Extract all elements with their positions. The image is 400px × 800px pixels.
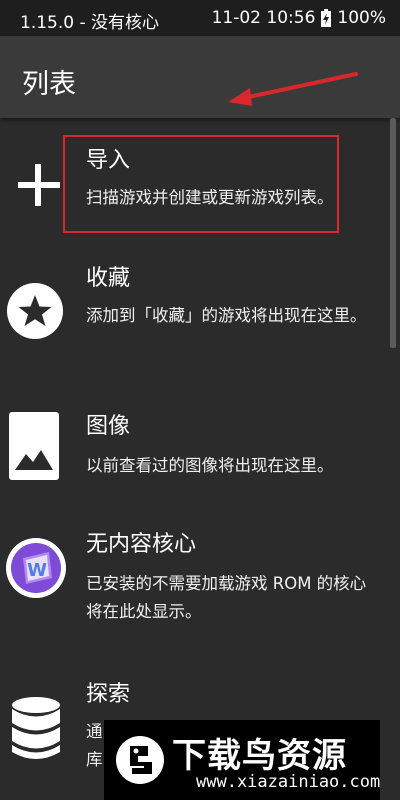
database-icon <box>12 697 60 759</box>
arrow-annotation-icon <box>228 72 358 106</box>
status-right: 11-02 10:56 100% <box>212 8 386 28</box>
item-title: 图像 <box>86 414 131 439</box>
list-item-favorites[interactable]: 收藏 添加到「收藏」的游戏将出现在这里。 <box>0 250 390 380</box>
status-battery-level: 100% <box>337 8 386 28</box>
list-item-contentless-cores[interactable]: W 无内容核心 已安装的不需要加载游戏 ROM 的核心将在此处显示。 <box>0 530 390 670</box>
highlight-box <box>63 135 339 233</box>
list-item-images[interactable]: 图像 以前查看过的图像将出现在这里。 <box>0 400 390 510</box>
page-title: 列表 <box>22 69 76 100</box>
item-description: 已安装的不需要加载游戏 ROM 的核心将在此处显示。 <box>86 574 367 621</box>
image-icon <box>9 412 59 480</box>
bird-logo-icon <box>116 736 164 784</box>
watermark-title: 下载鸟资源 <box>172 736 347 776</box>
watermark-url: www.xiazainiao.com <box>196 772 381 792</box>
item-description: 添加到「收藏」的游戏将出现在这里。 <box>86 306 367 325</box>
svg-text:W: W <box>27 560 47 581</box>
plus-icon <box>18 164 60 206</box>
watermark-banner: 下载鸟资源 www.xiazainiao.com <box>104 720 380 800</box>
status-datetime: 11-02 10:56 <box>211 8 316 28</box>
item-title: 收藏 <box>86 266 131 291</box>
app-core-icon: W <box>6 538 66 598</box>
star-icon <box>7 283 63 339</box>
item-title: 无内容核心 <box>86 532 197 557</box>
status-left-text: 1.15.0 - 没有核心 <box>20 13 160 33</box>
status-bar: 1.15.0 - 没有核心 11-02 10:56 100% <box>0 0 400 36</box>
battery-charging-icon <box>321 9 332 27</box>
scrollbar[interactable] <box>390 118 396 348</box>
item-title: 探索 <box>86 682 131 707</box>
item-description: 以前查看过的图像将出现在这里。 <box>86 456 334 475</box>
